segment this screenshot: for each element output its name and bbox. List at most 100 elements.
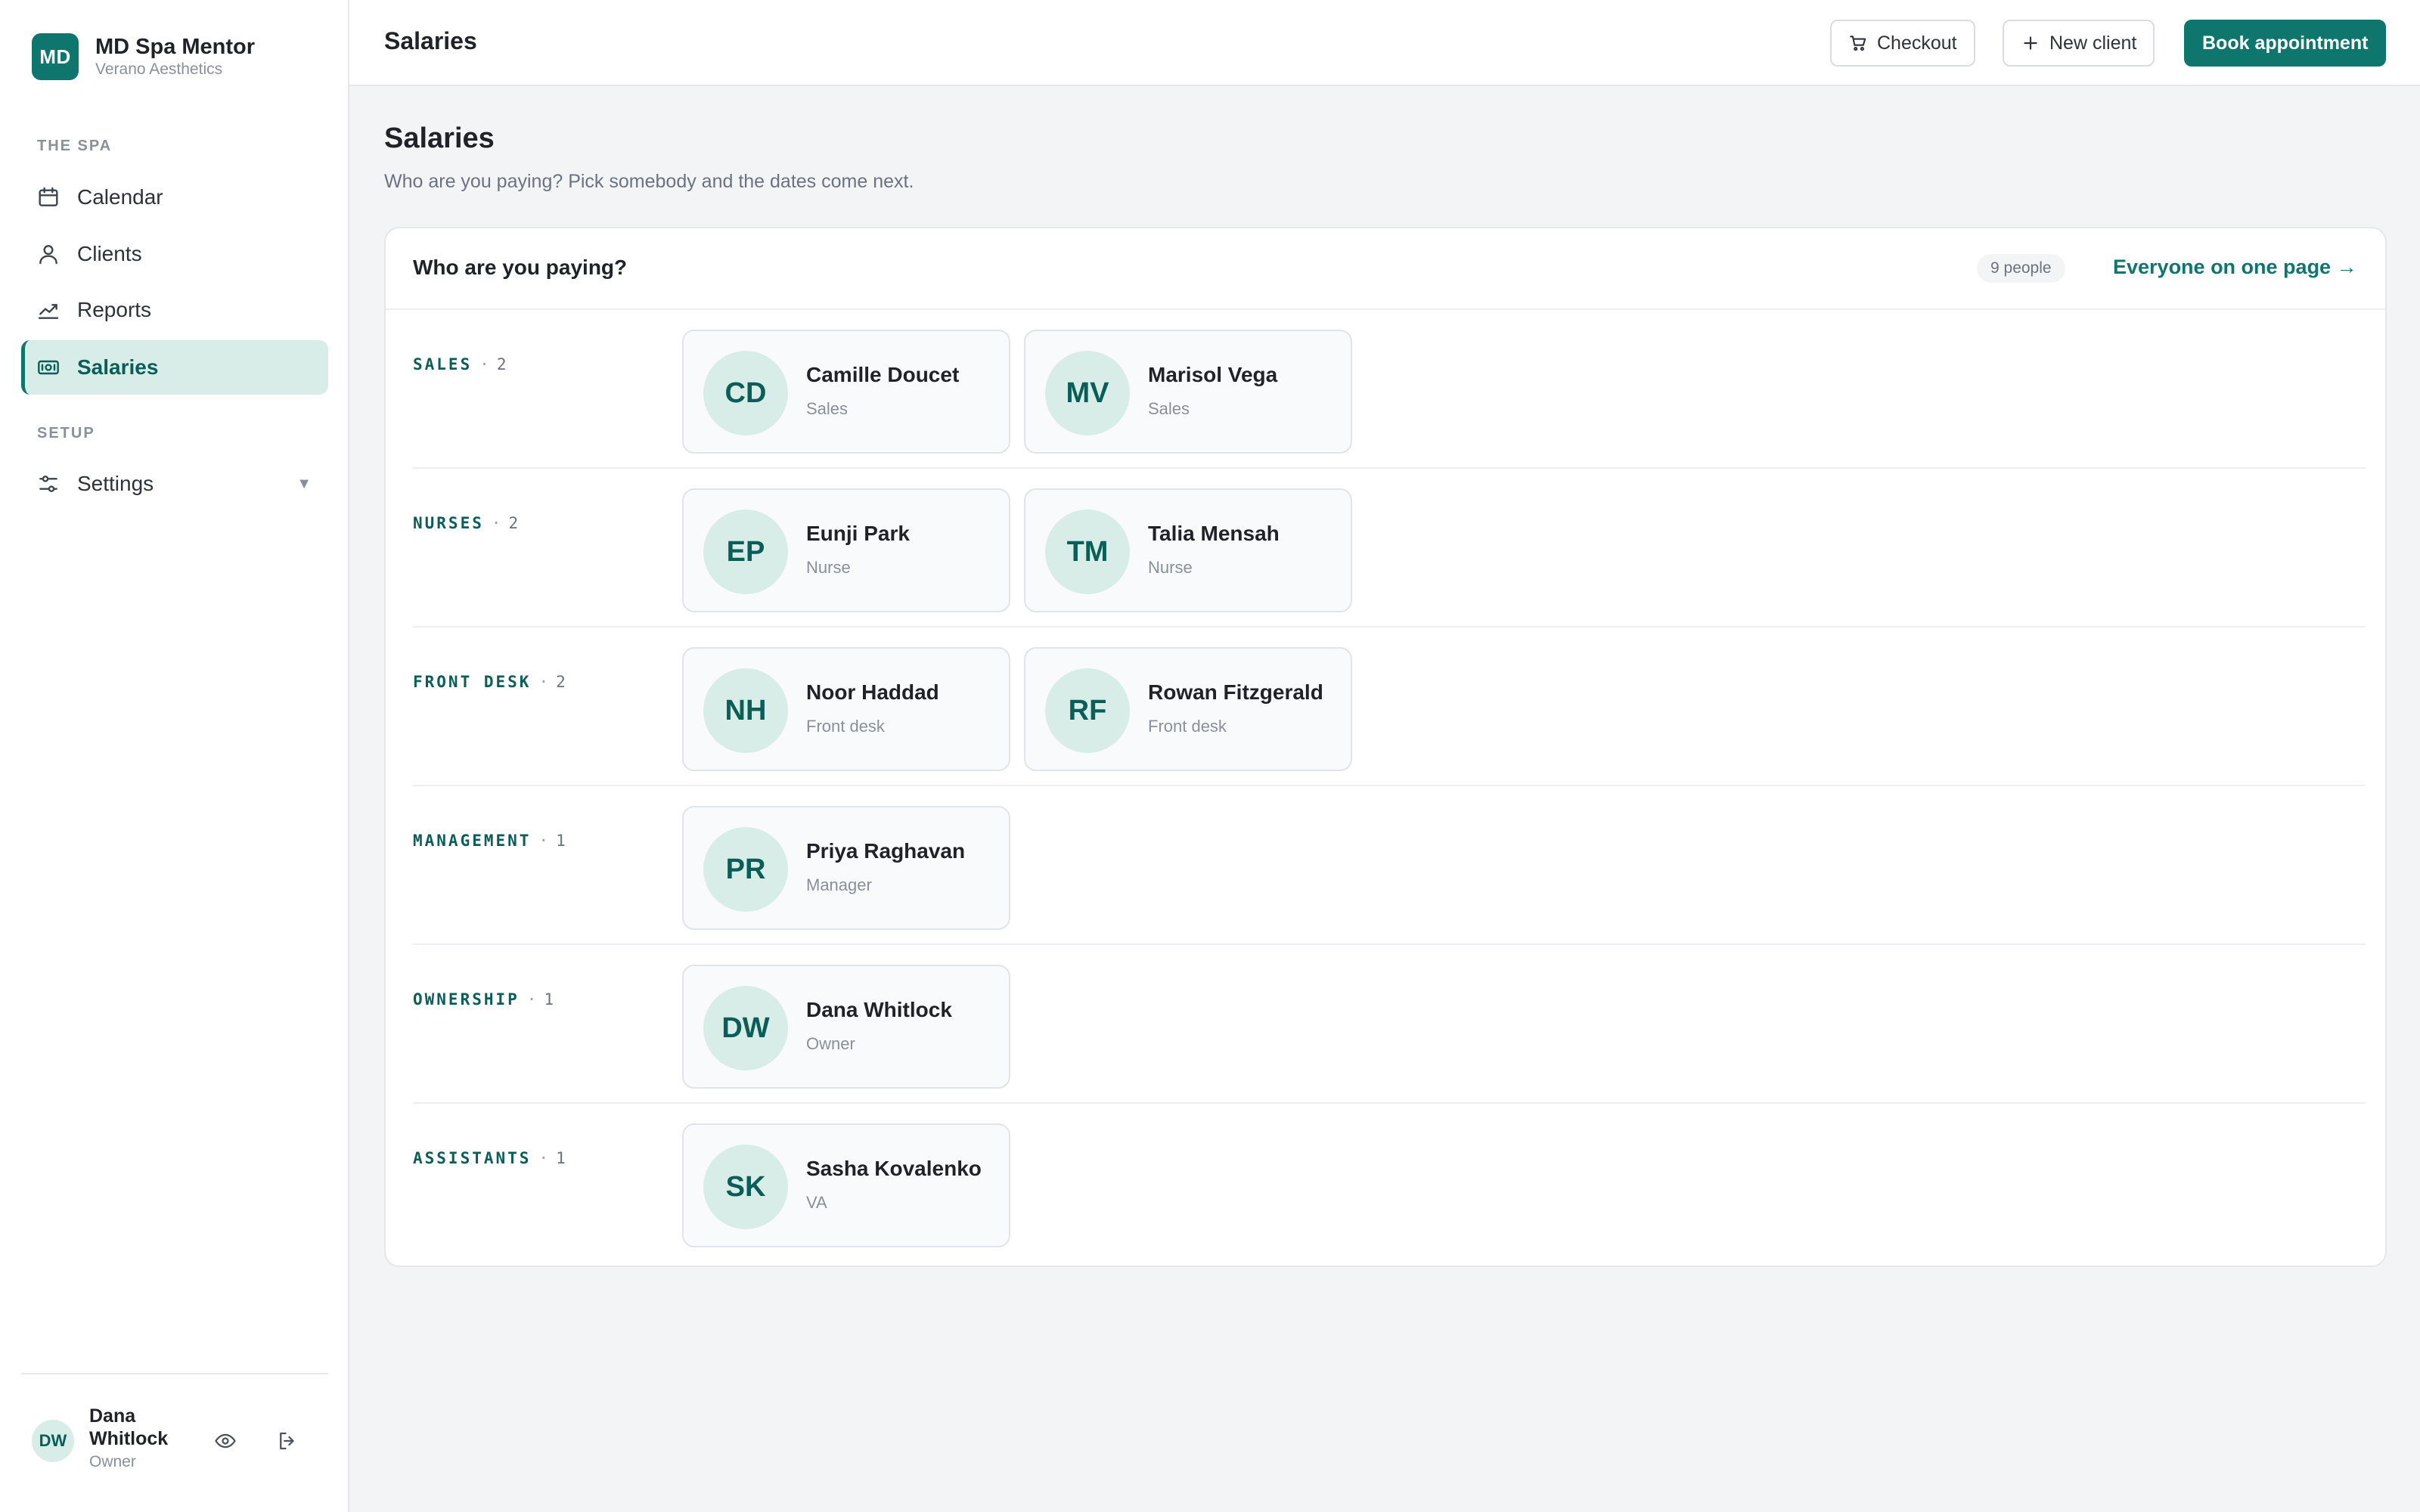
staff-group-row: OWNERSHIP · 1 DW Dana Whitlock Owner <box>413 945 2366 1104</box>
trend-chart-icon <box>36 298 60 322</box>
group-label: OWNERSHIP · 1 <box>413 990 554 1009</box>
avatar: CD <box>703 351 788 435</box>
sidebar-item-reports[interactable]: Reports <box>21 283 328 337</box>
new-client-label: New client <box>2049 32 2137 54</box>
group-label: NURSES · 2 <box>413 514 518 532</box>
person-card[interactable]: DW Dana Whitlock Owner <box>682 965 1010 1089</box>
sidebar-item-salaries[interactable]: Salaries <box>21 340 328 395</box>
group-title: SALES <box>413 355 473 373</box>
staff-picker-card: Who are you paying? 9 people Everyone on… <box>384 227 2387 1267</box>
book-appointment-button[interactable]: Book appointment <box>2184 20 2387 67</box>
person-name: Priya Raghavan <box>806 839 966 863</box>
card-title: Who are you paying? <box>413 256 628 279</box>
view-as-button[interactable] <box>209 1424 242 1458</box>
group-count: 1 <box>556 832 566 850</box>
page-title: Salaries <box>384 122 495 154</box>
brand-name: MD Spa Mentor <box>95 35 256 59</box>
sidebar-item-settings[interactable]: Settings ▼ <box>21 457 328 511</box>
cash-icon <box>36 355 60 380</box>
group-separator: · <box>491 514 501 532</box>
avatar: SK <box>703 1145 788 1229</box>
person-card[interactable]: SK Sasha Kovalenko VA <box>682 1123 1010 1247</box>
group-count: 2 <box>508 514 519 532</box>
avatar: PR <box>703 827 788 912</box>
person-card[interactable]: MV Marisol Vega Sales <box>1024 330 1352 454</box>
book-appointment-label: Book appointment <box>2202 32 2369 54</box>
avatar: EP <box>703 510 788 594</box>
sidebar-item-label: Settings <box>77 472 154 495</box>
sidebar-item-label: Reports <box>77 298 152 321</box>
person-role: Nurse <box>806 558 851 577</box>
calendar-icon <box>36 185 60 209</box>
person-card[interactable]: CD Camille Doucet Sales <box>682 330 1010 454</box>
person-name: Sasha Kovalenko <box>806 1157 982 1180</box>
person-name: Eunji Park <box>806 522 910 545</box>
staff-group-row: MANAGEMENT · 1 PR Priya Raghavan Manager <box>413 786 2366 945</box>
group-label: ASSISTANTS · 1 <box>413 1149 566 1167</box>
group-separator: · <box>526 990 537 1009</box>
person-card[interactable]: NH Noor Haddad Front desk <box>682 647 1010 771</box>
plus-icon <box>2024 36 2037 50</box>
person-role: Front desk <box>1148 717 1227 736</box>
topbar: Salaries Checkout New client Book appoin… <box>349 0 2420 86</box>
group-count: 1 <box>556 1149 566 1167</box>
sliders-icon <box>36 472 60 496</box>
avatar: DW <box>703 986 788 1070</box>
cart-icon <box>1850 36 1866 51</box>
avatar: MV <box>1045 351 1130 435</box>
person-role: Sales <box>1148 399 1190 418</box>
sidebar: MD MD Spa Mentor Verano Aesthetics THE S… <box>0 0 349 1512</box>
avatar: NH <box>703 668 788 753</box>
staff-group-row: NURSES · 2 EP Eunji Park Nurse TM Talia Mensah N… <box>413 469 2366 627</box>
avatar: TM <box>1045 510 1130 594</box>
checkout-button[interactable]: Checkout <box>1830 20 1975 67</box>
group-separator: · <box>538 1149 549 1167</box>
sidebar-item-label: Calendar <box>77 185 163 209</box>
everyone-one-page-link[interactable]: Everyone on one page → <box>2113 256 2357 279</box>
person-name: Rowan Fitzgerald <box>1148 680 1323 704</box>
group-title: NURSES <box>413 514 484 532</box>
checkout-label: Checkout <box>1877 32 1957 54</box>
group-separator: · <box>538 832 549 850</box>
person-role: Front desk <box>806 717 885 736</box>
person-card[interactable]: RF Rowan Fitzgerald Front desk <box>1024 647 1352 771</box>
new-client-button[interactable]: New client <box>2003 20 2155 67</box>
sidebar-item-clients[interactable]: Clients <box>21 227 328 281</box>
brand[interactable]: MD MD Spa Mentor Verano Aesthetics <box>32 33 255 80</box>
person-name: Dana Whitlock <box>806 998 952 1021</box>
avatar: DW <box>32 1420 74 1462</box>
user-name: Dana Whitlock <box>89 1405 169 1449</box>
group-title: ASSISTANTS <box>413 1149 532 1167</box>
user-role: Owner <box>89 1453 136 1470</box>
group-count: 2 <box>556 673 566 691</box>
group-label: MANAGEMENT · 1 <box>413 832 566 850</box>
person-name: Camille Doucet <box>806 363 960 386</box>
topbar-title: Salaries <box>384 27 477 54</box>
user-icon <box>36 242 60 266</box>
person-name: Talia Mensah <box>1148 522 1280 545</box>
person-card[interactable]: EP Eunji Park Nurse <box>682 488 1010 612</box>
brand-subtitle: Verano Aesthetics <box>95 60 223 78</box>
person-role: Nurse <box>1148 558 1193 577</box>
person-card[interactable]: TM Talia Mensah Nurse <box>1024 488 1352 612</box>
person-card[interactable]: PR Priya Raghavan Manager <box>682 806 1010 930</box>
sidebar-item-calendar[interactable]: Calendar <box>21 170 328 225</box>
person-name: Marisol Vega <box>1148 363 1278 386</box>
group-count: 1 <box>544 990 554 1009</box>
group-label: FRONT DESK · 2 <box>413 673 566 691</box>
logout-button[interactable] <box>271 1424 304 1458</box>
eye-icon <box>215 1433 236 1448</box>
nav-section-setup: SETUP <box>37 425 95 442</box>
page-subtitle: Who are you paying? Pick somebody and th… <box>384 171 914 192</box>
sidebar-item-label: Clients <box>77 242 142 265</box>
group-count: 2 <box>496 355 507 373</box>
group-label: SALES · 2 <box>413 355 507 373</box>
person-role: VA <box>806 1193 827 1212</box>
avatar: RF <box>1045 668 1130 753</box>
chevron-down-icon: ▼ <box>296 475 312 492</box>
group-title: MANAGEMENT <box>413 832 532 850</box>
group-title: OWNERSHIP <box>413 990 520 1009</box>
person-role: Sales <box>806 399 849 418</box>
nav-section-the-spa: THE SPA <box>37 138 113 154</box>
staff-group-row: ASSISTANTS · 1 SK Sasha Kovalenko VA <box>413 1104 2366 1263</box>
